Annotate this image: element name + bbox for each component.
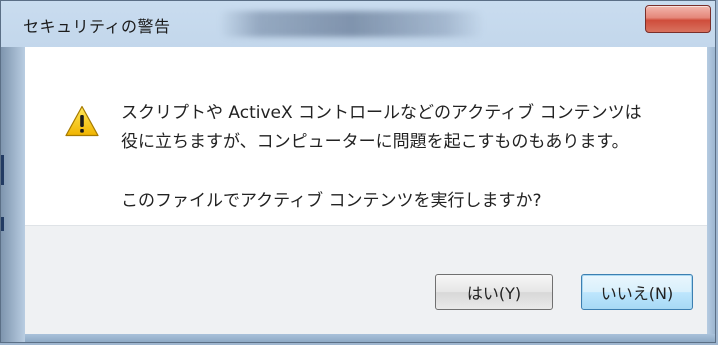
yes-button[interactable]: はい(Y)	[435, 274, 553, 310]
window-bottom-border	[25, 334, 715, 342]
message-line-2: 役に立ちますが、コンピューターに問題を起こすものもあります。	[121, 132, 629, 152]
close-button[interactable]	[645, 5, 711, 33]
warning-icon	[65, 105, 99, 137]
message-line-1: スクリプトや ActiveX コントロールなどのアクティブ コンテンツは	[121, 103, 642, 123]
window-left-border	[1, 47, 25, 342]
title-bar[interactable]: セキュリティの警告	[1, 1, 715, 47]
window-right-border	[707, 47, 715, 342]
border-mark	[1, 217, 4, 231]
security-warning-window: セキュリティの警告 スクリプトや ActiveX コントロールなどのアクティブ …	[0, 0, 716, 343]
no-button[interactable]: いいえ(N)	[581, 274, 693, 310]
message-area: スクリプトや ActiveX コントロールなどのアクティブ コンテンツは 役に立…	[25, 47, 707, 225]
window-title: セキュリティの警告	[23, 17, 171, 36]
button-bar: はい(Y) いいえ(N)	[25, 225, 707, 334]
blurred-background-text	[219, 11, 484, 37]
border-mark	[1, 155, 4, 185]
confirmation-question: このファイルでアクティブ コンテンツを実行しますか?	[121, 191, 542, 211]
